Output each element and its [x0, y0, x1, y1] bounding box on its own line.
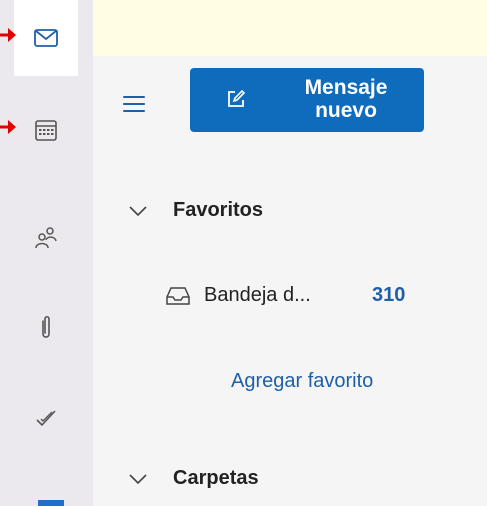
files-button[interactable]	[14, 290, 78, 366]
partial-rail-icon	[38, 500, 64, 506]
calendar-button[interactable]	[14, 92, 78, 168]
inbox-icon	[166, 286, 190, 305]
todo-button[interactable]	[14, 380, 78, 456]
chevron-down-icon	[129, 473, 147, 484]
calendar-icon	[35, 120, 57, 141]
folders-section-header[interactable]: Carpetas	[129, 467, 259, 490]
paperclip-icon	[42, 315, 50, 338]
notification-banner	[93, 0, 487, 56]
people-button[interactable]	[14, 200, 78, 276]
hamburger-menu-icon[interactable]	[123, 96, 145, 112]
mail-icon	[34, 29, 58, 47]
inbox-label: Bandeja d...	[204, 284, 311, 306]
folders-label: Carpetas	[173, 467, 259, 489]
chevron-down-icon	[129, 205, 147, 216]
add-favorite-link[interactable]: Agregar favorito	[231, 370, 373, 393]
new-message-button[interactable]: Mensaje nuevo	[190, 68, 424, 132]
favorites-label: Favoritos	[173, 199, 264, 221]
annotation-arrow-icon	[0, 120, 16, 134]
annotation-arrow-icon	[0, 28, 16, 42]
checkmark-icon	[36, 410, 56, 427]
compose-icon	[228, 89, 246, 107]
folder-item-inbox[interactable]: Bandeja d... 310	[166, 284, 405, 307]
people-icon	[35, 227, 57, 249]
new-message-label: Mensaje nuevo	[304, 76, 388, 122]
favorites-section-header[interactable]: Favoritos	[129, 199, 263, 222]
inbox-unread-count: 310	[372, 284, 406, 306]
app-rail	[0, 0, 93, 506]
folder-pane: Mensaje nuevo Favoritos Bandeja d... 310…	[93, 56, 487, 506]
mail-button[interactable]	[14, 0, 78, 76]
